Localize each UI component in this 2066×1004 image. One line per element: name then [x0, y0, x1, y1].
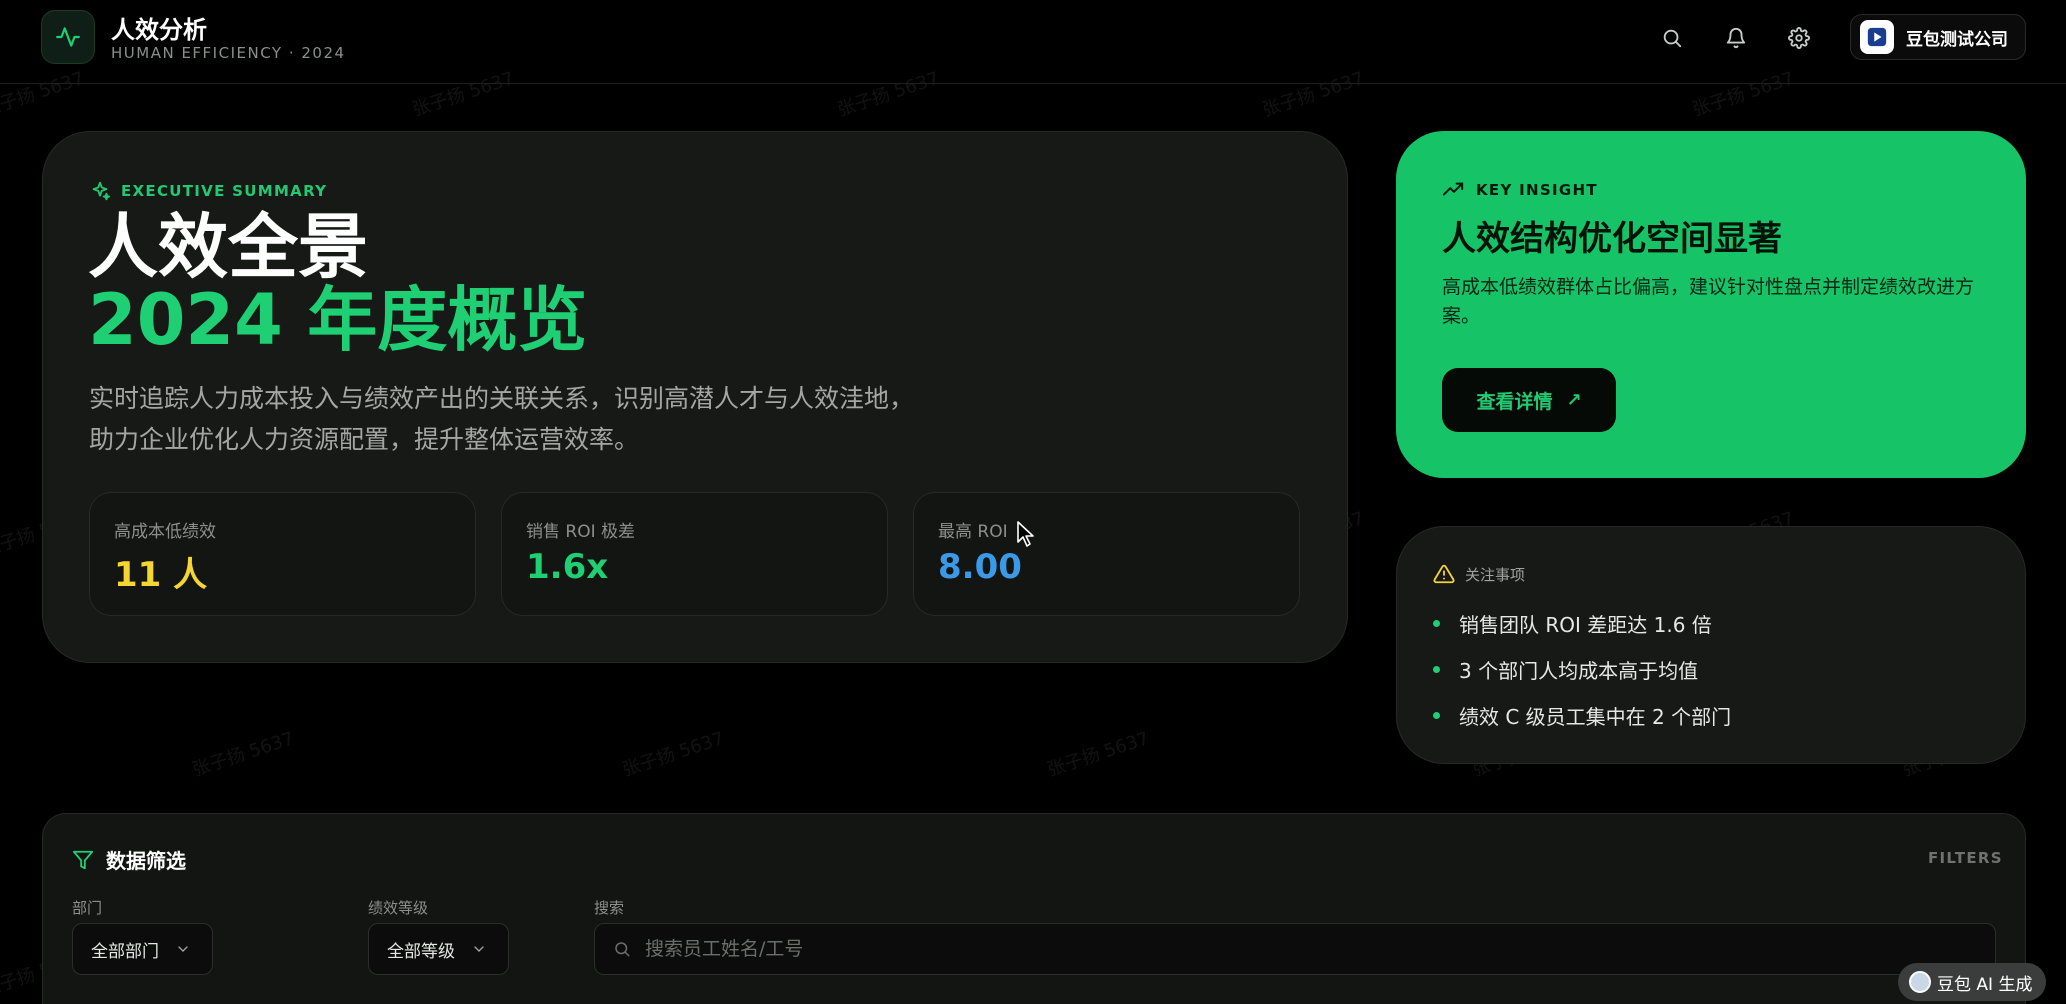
pulse-icon [56, 27, 80, 47]
department-select[interactable]: 全部部门 [72, 923, 213, 975]
arrow-up-right-icon: ↗ [1566, 389, 1582, 411]
watermark-text: 张子扬 5637 [1044, 728, 1152, 781]
filter-title-en: FILTERS [1928, 849, 2003, 867]
insight-description: 高成本低绩效群体占比偏高，建议针对性盘点并制定绩效改进方案。 [1442, 276, 1975, 327]
filter-icon [72, 850, 94, 869]
app-title: 人效分析 [111, 16, 207, 44]
stat-value: 8.00 [938, 547, 1022, 587]
sparkles-icon [92, 181, 111, 201]
search-box[interactable] [594, 923, 1996, 975]
key-insight-card: KEY INSIGHT 人效结构优化空间显著 高成本低绩效群体占比偏高，建议针对… [1396, 131, 2026, 478]
app-subtitle: HUMAN EFFICIENCY · 2024 [111, 44, 346, 62]
stat-card-high-cost: 高成本低绩效 11 人 [89, 492, 476, 616]
ai-generated-badge: 豆包 AI 生成 [1898, 963, 2046, 1001]
hero-title: 人效全景 [88, 206, 368, 288]
view-details-button[interactable]: 查看详情 ↗ [1442, 368, 1616, 432]
warning-icon [1433, 564, 1455, 584]
attention-card: 关注事项 销售团队 ROI 差距达 1.6 倍 3 个部门人均成本高于均值 绩效… [1396, 526, 2026, 764]
company-name: 豆包测试公司 [1906, 29, 2008, 50]
chevron-down-icon [474, 946, 484, 952]
hero-title-year: 2024 年度概览 [88, 279, 588, 361]
hero-description: 实时追踪人力成本投入与绩效产出的关联关系，识别高潜人才与人效洼地， 助力企业优化… [89, 384, 915, 454]
search-label: 搜索 [594, 899, 625, 917]
company-switcher[interactable]: 豆包测试公司 [1850, 14, 2026, 60]
list-item: 绩效 C 级员工集中在 2 个部门 [1433, 701, 1731, 730]
chevron-down-icon [178, 946, 188, 952]
department-label: 部门 [72, 899, 103, 917]
top-header: 人效分析 HUMAN EFFICIENCY · 2024 豆包测试公司 [0, 0, 2066, 84]
avatar [1909, 971, 1931, 993]
watermark-text: 张子扬 5637 [189, 728, 297, 781]
mouse-cursor-icon [1017, 521, 1034, 547]
stat-value: 1.6x [526, 547, 609, 587]
list-item: 销售团队 ROI 差距达 1.6 倍 [1433, 609, 1712, 638]
search-icon [1663, 29, 1682, 48]
filter-panel [42, 813, 2026, 1004]
attention-label: 关注事项 [1433, 563, 1525, 585]
stat-card-sales-roi: 销售 ROI 极差 1.6x [501, 492, 888, 616]
bullet-dot [1433, 712, 1440, 719]
stat-value: 11 人 [114, 555, 208, 595]
filter-title: 数据筛选 [72, 845, 186, 874]
bullet-dot [1433, 620, 1440, 627]
play-logo-icon [1867, 27, 1887, 47]
settings-button[interactable] [1781, 20, 1817, 56]
gear-icon [1788, 27, 1810, 49]
list-item: 3 个部门人均成本高于均值 [1433, 655, 1698, 684]
app-logo [41, 10, 95, 64]
stat-card-max-roi: 最高 ROI 8.00 [913, 492, 1300, 616]
notification-button[interactable] [1718, 20, 1754, 56]
grade-label: 绩效等级 [368, 899, 429, 917]
grade-select[interactable]: 全部等级 [368, 923, 509, 975]
executive-summary-label: EXECUTIVE SUMMARY [89, 180, 327, 202]
watermark-text: 张子扬 5637 [619, 728, 727, 781]
search-icon [615, 942, 630, 957]
company-logo [1860, 20, 1894, 54]
bell-icon [1726, 28, 1746, 49]
bullet-dot [1433, 666, 1440, 673]
insight-title: 人效结构优化空间显著 [1442, 219, 1782, 259]
trending-up-icon [1442, 182, 1464, 196]
employee-search-input[interactable] [645, 938, 1945, 960]
key-insight-label: KEY INSIGHT [1442, 179, 1598, 201]
search-button[interactable] [1654, 20, 1690, 56]
